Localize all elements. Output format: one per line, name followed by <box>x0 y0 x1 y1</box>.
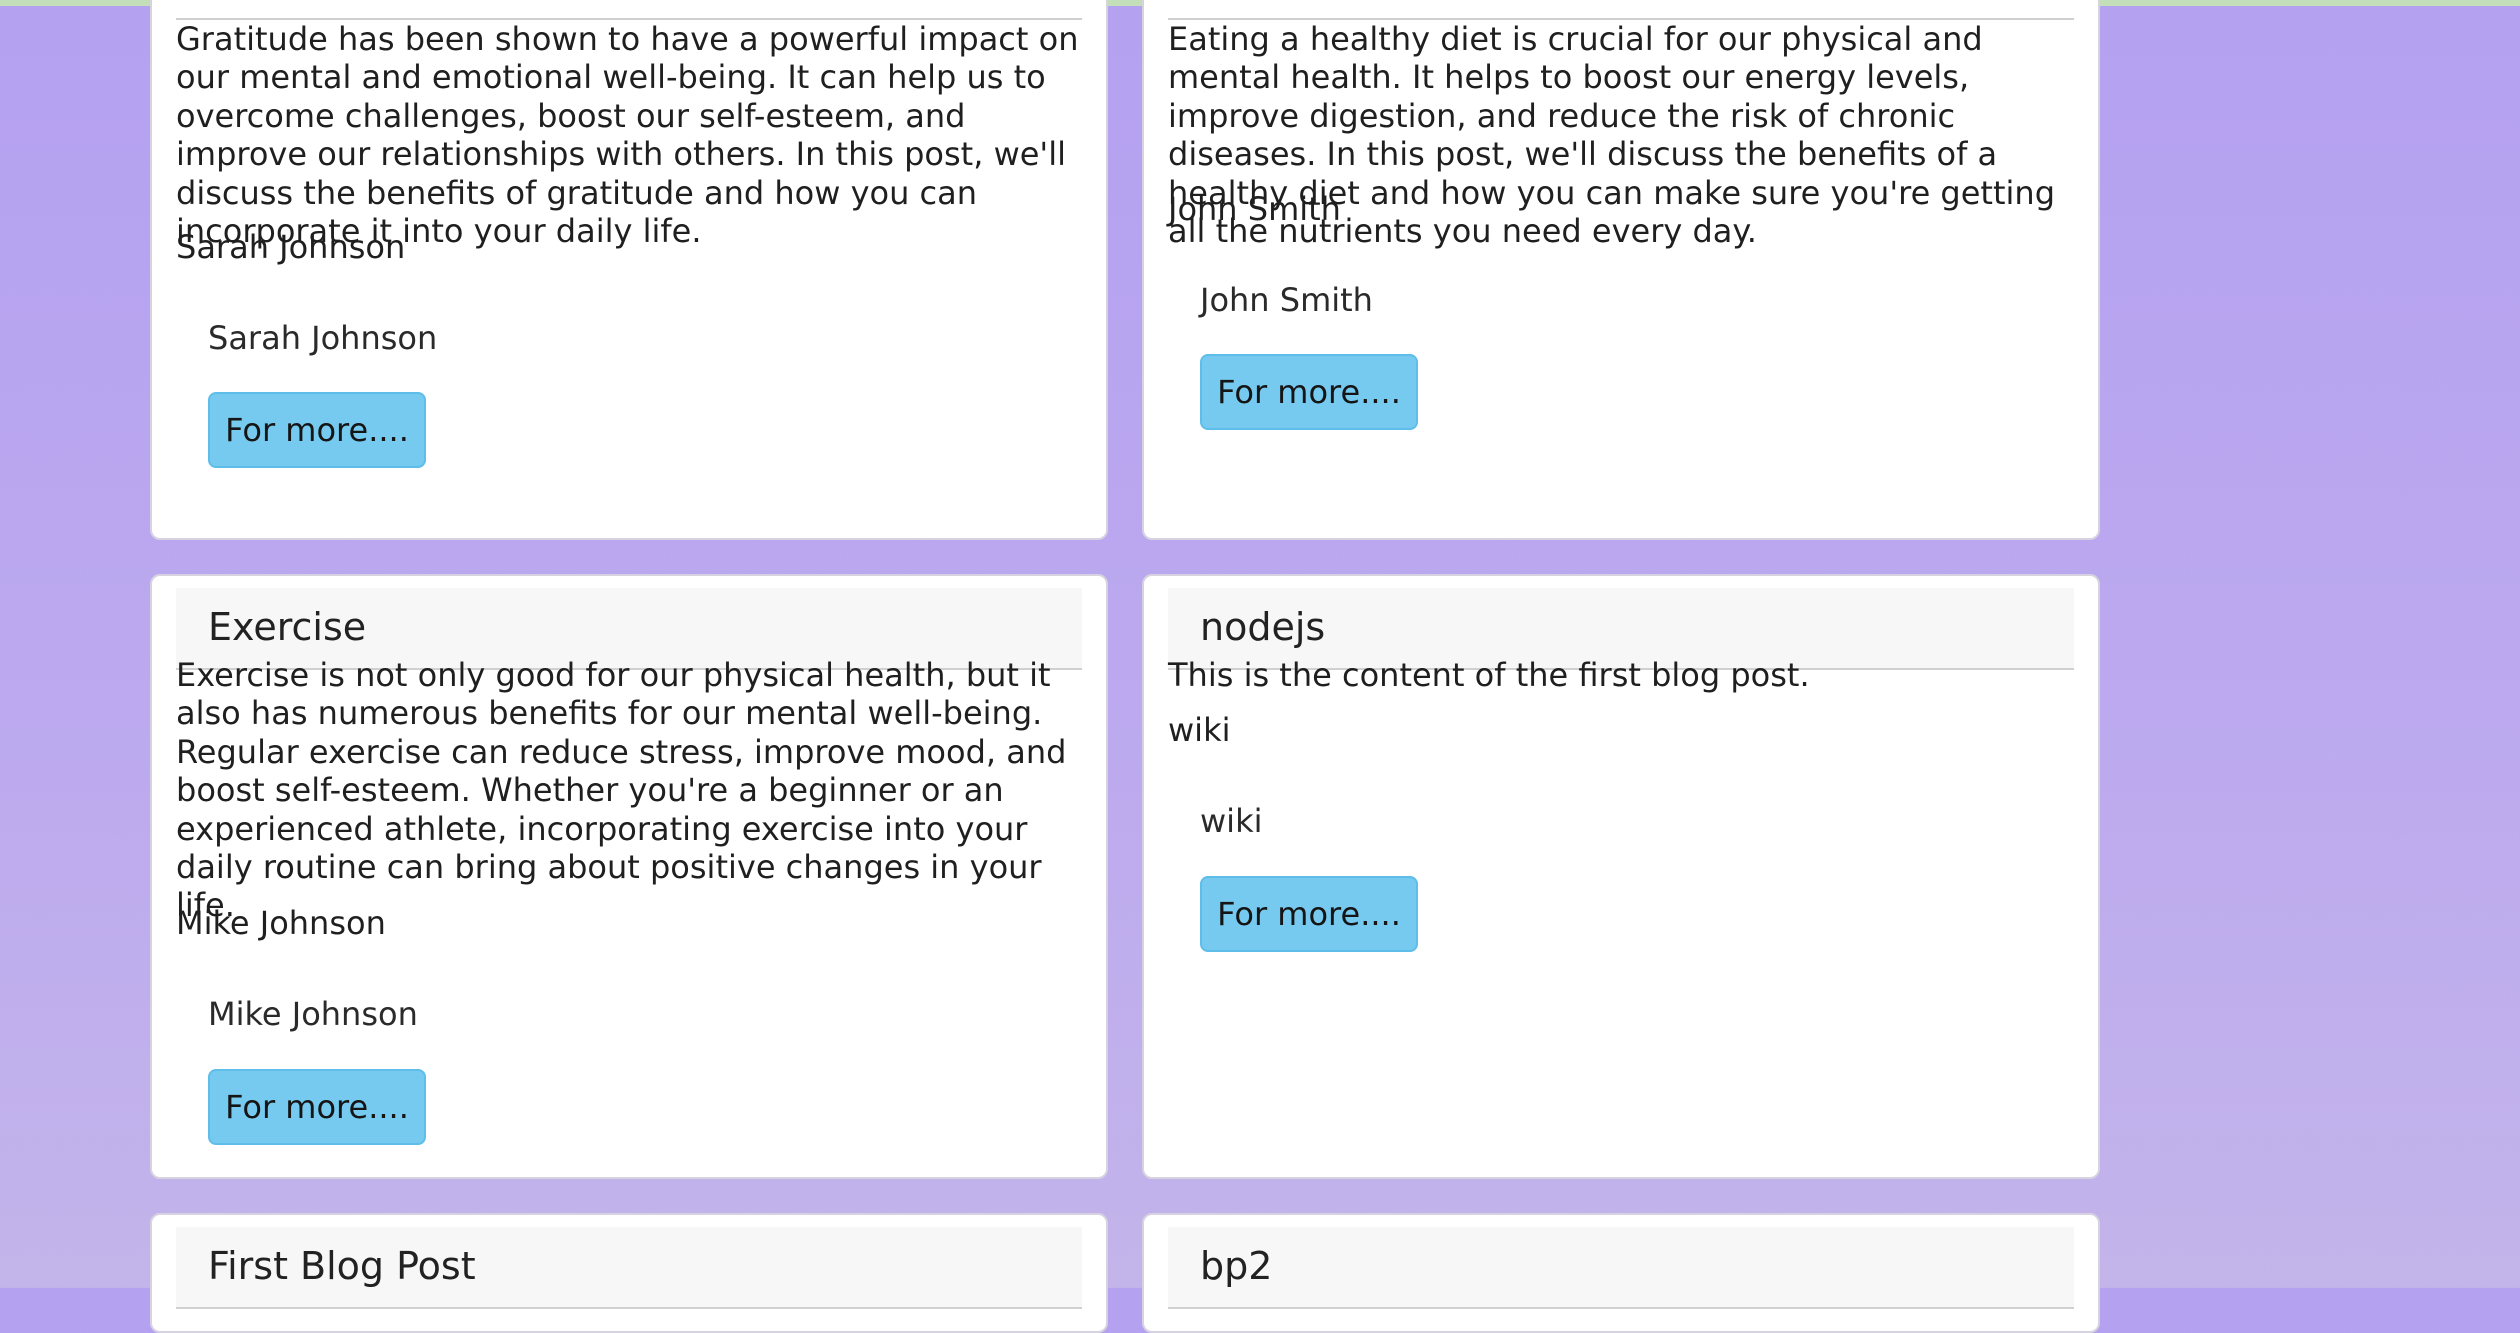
for-more-button[interactable]: For more.... <box>1200 354 1418 430</box>
for-more-button[interactable]: For more.... <box>208 392 426 468</box>
for-more-button[interactable]: For more.... <box>1200 876 1418 952</box>
blog-post-card: Gratitude has been shown to have a power… <box>150 0 1108 540</box>
blog-post-card: nodejs This is the content of the first … <box>1142 574 2100 1179</box>
blog-post-grid: Gratitude has been shown to have a power… <box>0 0 2520 1333</box>
post-author-signature: Sarah Johnson <box>208 319 438 357</box>
card-header: First Blog Post <box>176 1227 1082 1309</box>
post-title: First Blog Post <box>208 1244 476 1288</box>
card-header: bp2 <box>1168 1227 2074 1309</box>
blog-post-card: Exercise Exercise is not only good for o… <box>150 574 1108 1179</box>
blog-post-card: bp2 <box>1142 1213 2100 1333</box>
post-author: Mike Johnson <box>176 904 386 942</box>
post-title: Exercise <box>208 605 367 649</box>
post-title: bp2 <box>1200 1244 1273 1288</box>
blog-post-card: First Blog Post <box>150 1213 1108 1333</box>
post-content: This is the content of the first blog po… <box>1168 656 1810 694</box>
blog-post-card: Eating a healthy diet is crucial for our… <box>1142 0 2100 540</box>
post-author: Sarah Johnson <box>176 228 406 266</box>
post-content: Exercise is not only good for our physic… <box>176 656 1067 925</box>
post-author: John Smith <box>1168 190 1341 228</box>
post-author: wiki <box>1168 711 1231 749</box>
for-more-button[interactable]: For more.... <box>208 1069 426 1145</box>
post-author-signature: Mike Johnson <box>208 995 418 1033</box>
post-content: Gratitude has been shown to have a power… <box>176 20 1079 251</box>
post-title: nodejs <box>1200 605 1326 649</box>
post-author-signature: wiki <box>1200 802 1263 840</box>
post-author-signature: John Smith <box>1200 281 1373 319</box>
